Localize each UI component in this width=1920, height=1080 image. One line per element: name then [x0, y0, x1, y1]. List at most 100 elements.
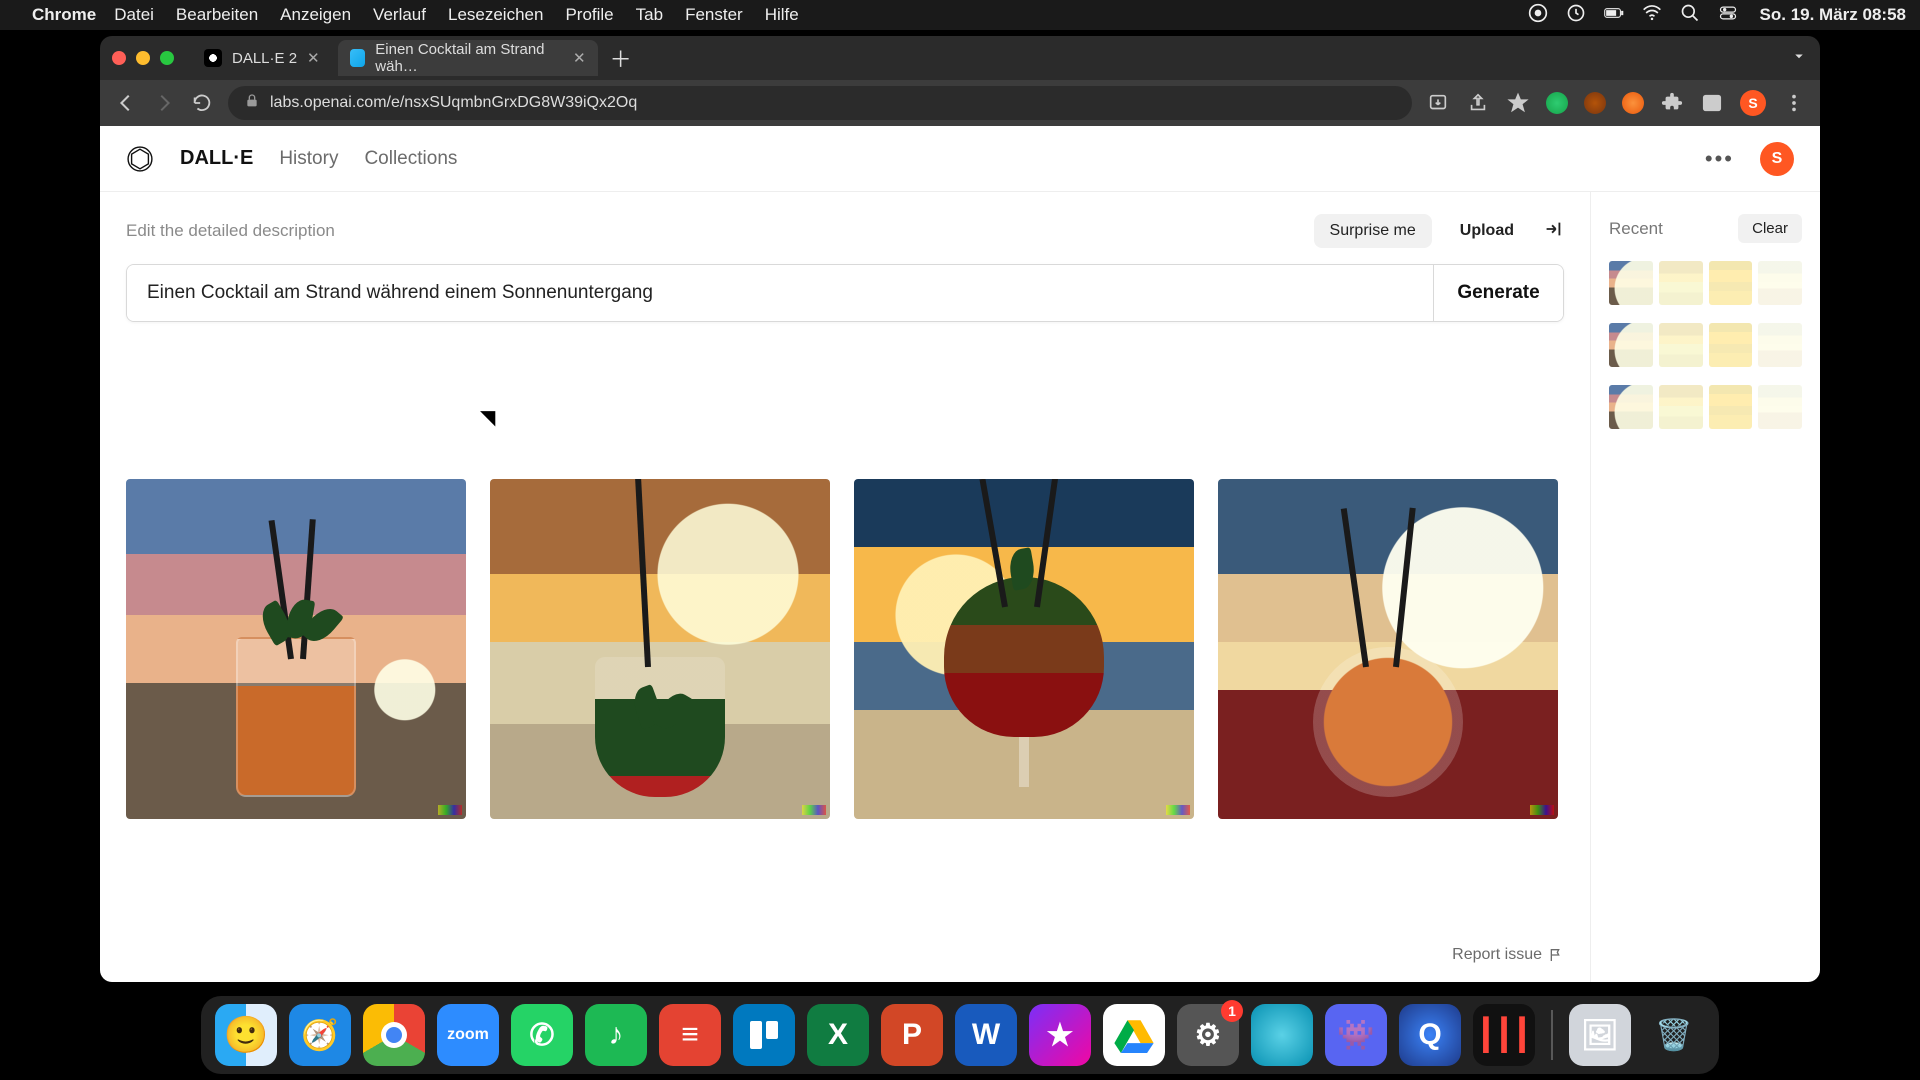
- window-controls: [112, 51, 174, 65]
- window-close-button[interactable]: [112, 51, 126, 65]
- wifi-icon[interactable]: [1642, 3, 1662, 28]
- recent-thumb[interactable]: [1609, 323, 1653, 367]
- install-app-icon[interactable]: [1426, 91, 1450, 115]
- tabs-dropdown-icon[interactable]: [1790, 47, 1808, 70]
- extensions-puzzle-icon[interactable]: [1660, 91, 1684, 115]
- result-image-2[interactable]: [490, 479, 830, 819]
- flag-icon: [1548, 947, 1564, 963]
- bookmark-star-icon[interactable]: [1506, 91, 1530, 115]
- menu-tab[interactable]: Tab: [636, 5, 663, 25]
- nav-reload-button[interactable]: [190, 91, 214, 115]
- dock-quicktime-icon[interactable]: Q: [1399, 1004, 1461, 1066]
- chrome-tabstrip: DALL·E 2 ✕ Einen Cocktail am Strand wäh……: [100, 36, 1820, 80]
- control-center-icon[interactable]: [1718, 3, 1738, 28]
- recent-thumb[interactable]: [1709, 261, 1753, 305]
- recent-thumb[interactable]: [1609, 261, 1653, 305]
- recent-thumb[interactable]: [1758, 323, 1802, 367]
- recent-thumb[interactable]: [1659, 385, 1703, 429]
- dock-drive-icon[interactable]: [1103, 1004, 1165, 1066]
- menu-verlauf[interactable]: Verlauf: [373, 5, 426, 25]
- recent-thumb[interactable]: [1709, 323, 1753, 367]
- window-maximize-button[interactable]: [160, 51, 174, 65]
- spotlight-icon[interactable]: [1680, 3, 1700, 28]
- dock-whatsapp-icon[interactable]: ✆: [511, 1004, 573, 1066]
- dock-excel-icon[interactable]: X: [807, 1004, 869, 1066]
- recent-thumb[interactable]: [1709, 385, 1753, 429]
- battery-icon[interactable]: [1604, 3, 1624, 28]
- more-menu-icon[interactable]: •••: [1705, 146, 1734, 172]
- recent-thumb[interactable]: [1758, 261, 1802, 305]
- app-title[interactable]: DALL·E: [180, 147, 253, 170]
- chrome-menu-icon[interactable]: [1782, 91, 1806, 115]
- dock-todoist-icon[interactable]: ≡: [659, 1004, 721, 1066]
- extension-icon[interactable]: [1622, 92, 1644, 114]
- result-image-3[interactable]: [854, 479, 1194, 819]
- menu-anzeigen[interactable]: Anzeigen: [280, 5, 351, 25]
- dock-chrome-icon[interactable]: [363, 1004, 425, 1066]
- dock-spotify-icon[interactable]: ♪: [585, 1004, 647, 1066]
- side-panel-icon[interactable]: [1700, 91, 1724, 115]
- dock-imovie-icon[interactable]: ★: [1029, 1004, 1091, 1066]
- menu-bearbeiten[interactable]: Bearbeiten: [176, 5, 258, 25]
- nav-history[interactable]: History: [279, 148, 338, 170]
- openai-logo-icon[interactable]: [126, 145, 154, 173]
- chrome-profile-avatar[interactable]: S: [1740, 90, 1766, 116]
- user-avatar[interactable]: S: [1760, 142, 1794, 176]
- watermark-icon: [1530, 805, 1554, 815]
- clear-recent-button[interactable]: Clear: [1738, 214, 1802, 243]
- main-panel: Edit the detailed description Surprise m…: [100, 192, 1590, 982]
- dock-trash-icon[interactable]: 🗑️: [1643, 1004, 1705, 1066]
- menubar-app-name[interactable]: Chrome: [32, 5, 96, 25]
- nav-back-button[interactable]: [114, 91, 138, 115]
- dock-settings-icon[interactable]: ⚙1: [1177, 1004, 1239, 1066]
- dock-app-icon[interactable]: [1251, 1004, 1313, 1066]
- watermark-icon: [1166, 805, 1190, 815]
- recent-thumb[interactable]: [1758, 385, 1802, 429]
- new-tab-button[interactable]: ＋: [610, 42, 632, 74]
- recent-thumb[interactable]: [1659, 323, 1703, 367]
- menu-lesezeichen[interactable]: Lesezeichen: [448, 5, 543, 25]
- dock-word-icon[interactable]: W: [955, 1004, 1017, 1066]
- browser-tab-1[interactable]: DALL·E 2 ✕: [192, 40, 332, 76]
- dock-trello-icon[interactable]: [733, 1004, 795, 1066]
- dock-powerpoint-icon[interactable]: P: [881, 1004, 943, 1066]
- browser-tab-2[interactable]: Einen Cocktail am Strand wäh… ✕: [338, 40, 598, 76]
- dock-voice-memos-icon[interactable]: ┃┃┃: [1473, 1004, 1535, 1066]
- screen-mirror-icon[interactable]: [1566, 3, 1586, 28]
- menubar-clock[interactable]: So. 19. März 08:58: [1760, 5, 1906, 25]
- dock-discord-icon[interactable]: 👾: [1325, 1004, 1387, 1066]
- dock-zoom-icon[interactable]: zoom: [437, 1004, 499, 1066]
- nav-collections[interactable]: Collections: [364, 148, 457, 170]
- menu-hilfe[interactable]: Hilfe: [765, 5, 799, 25]
- dock-safari-icon[interactable]: 🧭: [289, 1004, 351, 1066]
- recent-thumb[interactable]: [1659, 261, 1703, 305]
- report-issue-link[interactable]: Report issue: [126, 936, 1564, 964]
- collapse-sidebar-icon[interactable]: [1542, 218, 1564, 245]
- result-image-4[interactable]: [1218, 479, 1558, 819]
- close-tab-icon[interactable]: ✕: [573, 49, 586, 67]
- prompt-hint: Edit the detailed description: [126, 221, 335, 241]
- chrome-toolbar: labs.openai.com/e/nsxSUqmbnGrxDG8W39iQx2…: [100, 80, 1820, 126]
- dock-finder-icon[interactable]: 🙂: [215, 1004, 277, 1066]
- extension-icon[interactable]: [1584, 92, 1606, 114]
- recent-thumb[interactable]: [1609, 385, 1653, 429]
- surprise-me-button[interactable]: Surprise me: [1314, 214, 1432, 248]
- menu-fenster[interactable]: Fenster: [685, 5, 743, 25]
- prompt-input[interactable]: [127, 265, 1433, 321]
- omnibox[interactable]: labs.openai.com/e/nsxSUqmbnGrxDG8W39iQx2…: [228, 86, 1412, 120]
- generate-button[interactable]: Generate: [1433, 265, 1563, 321]
- menu-datei[interactable]: Datei: [114, 5, 154, 25]
- macos-dock: 🙂 🧭 zoom ✆ ♪ ≡ X P W ★ ⚙1 👾 Q ┃┃┃ 🖼 🗑️: [201, 996, 1719, 1074]
- page-favicon-icon: [350, 49, 366, 67]
- record-icon[interactable]: [1528, 3, 1548, 28]
- upload-button[interactable]: Upload: [1444, 214, 1530, 248]
- window-minimize-button[interactable]: [136, 51, 150, 65]
- menu-profile[interactable]: Profile: [565, 5, 613, 25]
- dock-preview-icon[interactable]: 🖼: [1569, 1004, 1631, 1066]
- extension-shield-icon[interactable]: [1546, 92, 1568, 114]
- nav-forward-button[interactable]: [152, 91, 176, 115]
- result-image-1[interactable]: [126, 479, 466, 819]
- share-icon[interactable]: [1466, 91, 1490, 115]
- macos-menubar: Chrome Datei Bearbeiten Anzeigen Verlauf…: [0, 0, 1920, 30]
- close-tab-icon[interactable]: ✕: [307, 49, 320, 67]
